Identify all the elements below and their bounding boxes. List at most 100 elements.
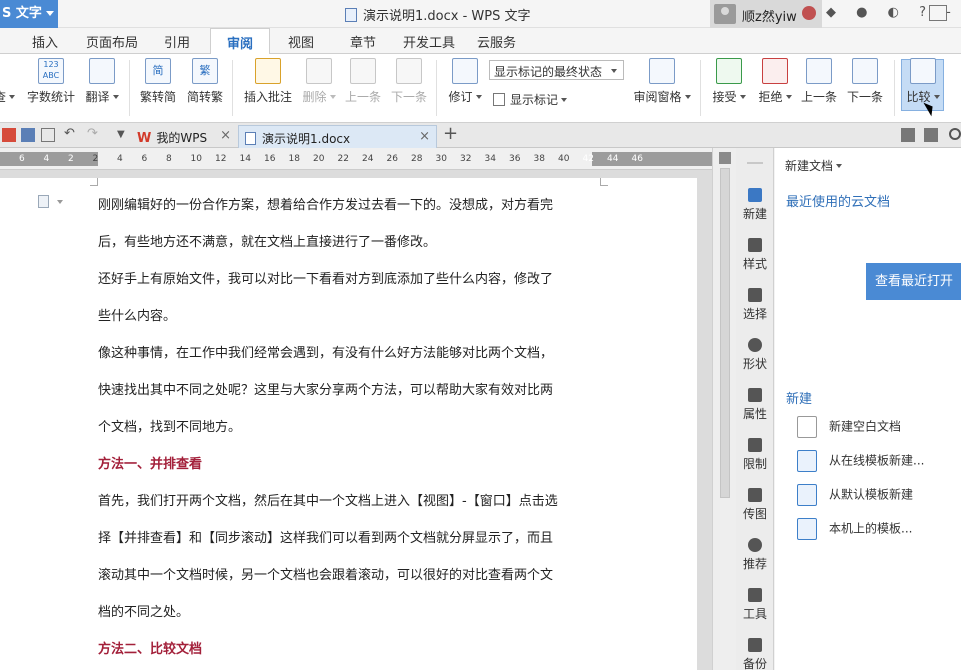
delete-comment-button[interactable]: 删除 [300, 58, 338, 105]
drag-handle[interactable] [747, 162, 763, 164]
ruler-tick-label: 36 [509, 154, 521, 164]
simp-to-trad-button[interactable]: 繁 简转繁 [185, 58, 225, 105]
paragraph-line[interactable]: 后，有些地方还不满意，就在文档上直接进行了一番修改。 [98, 231, 436, 250]
sidebar-item-select[interactable]: 选择 [736, 288, 774, 322]
new-item-label: 新建空白文档 [829, 419, 902, 434]
ruler-tick-label: 28 [411, 154, 423, 164]
close-icon[interactable]: × [220, 128, 231, 143]
document-page[interactable]: 刚刚编辑好的一份合作方案，想着给合作方发过去看一下的。没想成，对方看完 后，有些… [0, 178, 697, 670]
tab-insert[interactable]: 插入 [32, 32, 58, 51]
tab-current-document[interactable]: 演示说明1.docx × [238, 125, 437, 148]
sidebar-item-shape[interactable]: 形状 [736, 338, 774, 372]
quick-access-dropdown-icon[interactable]: ▼ [117, 128, 131, 142]
paragraph-layout-icon[interactable] [38, 195, 49, 208]
new-from-online-template-link[interactable]: 从在线模板新建... [797, 450, 924, 472]
local-template-icon [797, 518, 817, 540]
next-comment-icon [396, 58, 422, 84]
tab-page-layout[interactable]: 页面布局 [86, 32, 138, 51]
insert-comment-button[interactable]: 插入批注 [242, 58, 294, 105]
ruler-tick-label: 14 [239, 154, 251, 164]
markup-state-select[interactable]: 显示标记的最终状态 [489, 60, 624, 80]
compare-button[interactable]: 比较 [903, 58, 943, 105]
prev-change-button[interactable]: 上一条 [799, 58, 839, 105]
pane-title-dropdown[interactable]: 新建文档 [785, 157, 843, 174]
recommend-icon [748, 538, 762, 552]
ribbon-divider [894, 60, 895, 116]
paragraph-line[interactable]: 档的不同之处。 [98, 601, 189, 620]
sidebar-item-properties[interactable]: 属性 [736, 388, 774, 422]
sidebar-item-tools[interactable]: 工具 [736, 588, 774, 622]
reject-button[interactable]: 拒绝 [754, 58, 796, 105]
sidebar-item-restrict[interactable]: 限制 [736, 438, 774, 472]
section-heading[interactable]: 方法二、比较文档 [98, 638, 202, 657]
comment-icon[interactable] [924, 128, 938, 142]
user-badge-icon [802, 6, 816, 20]
scroll-top-icon[interactable] [719, 152, 731, 164]
redo-icon[interactable]: ↷ [87, 127, 101, 142]
screen-record-icon[interactable] [901, 128, 915, 142]
accept-button[interactable]: 接受 [708, 58, 750, 105]
markup-state-value: 显示标记的最终状态 [494, 65, 603, 79]
review-pane-button[interactable]: 审阅窗格 [632, 58, 692, 105]
word-count-button[interactable]: 123 ABC 字数统计 [26, 58, 76, 105]
new-tab-button[interactable]: + [443, 123, 458, 144]
ruler-tick-label: 22 [337, 154, 349, 164]
translate-button[interactable]: 翻译 [84, 58, 120, 105]
new-item-label: 从默认模板新建 [829, 487, 914, 502]
tab-review[interactable]: 审阅 [210, 28, 271, 55]
pdf-icon[interactable] [2, 128, 16, 142]
view-recent-button[interactable]: 查看最近打开 [866, 263, 961, 300]
scrollbar-thumb[interactable] [720, 168, 730, 498]
paragraph-line[interactable]: 些什么内容。 [98, 305, 176, 324]
user-account[interactable]: 顺z然yiw [710, 0, 822, 28]
local-templates-link[interactable]: 本机上的模板... [797, 518, 912, 540]
tab-my-wps[interactable]: W 我的WPS × [137, 125, 237, 148]
tab-chapter[interactable]: 章节 [350, 32, 376, 51]
paragraph-line[interactable]: 滚动其中一个文档时候，另一个文档也会跟着滚动，可以很好的对比查看两个文 [98, 564, 553, 583]
ruler-tick-label: 6 [19, 154, 25, 164]
paragraph-line[interactable]: 择【并排查看】和【同步滚动】这样我们可以看到两个文档就分屏显示了，而且 [98, 527, 553, 546]
sidebar-item-backup[interactable]: 备份 [736, 638, 774, 670]
horizontal-ruler[interactable]: 6 4 2 2 4 6 8 10 12 14 16 18 20 22 24 26 28 30 32 34 36 38 40 4… [0, 148, 712, 170]
tab-references[interactable]: 引用 [164, 32, 190, 51]
check-button[interactable]: 查 [0, 88, 16, 105]
next-comment-button[interactable]: 下一条 [390, 58, 428, 105]
sidebar-item-style[interactable]: 样式 [736, 238, 774, 272]
show-markup-button[interactable]: 显示标记 [493, 91, 568, 108]
paragraph-line[interactable]: 个文档，找到不同地方。 [98, 416, 241, 435]
window-restore-button[interactable] [929, 5, 947, 21]
paragraph-line[interactable]: 首先，我们打开两个文档，然后在其中一个文档上进入【视图】-【窗口】点击选 [98, 490, 558, 509]
print-preview-icon[interactable] [41, 128, 55, 142]
sidebar-item-upload-image[interactable]: 传图 [736, 488, 774, 522]
vertical-scrollbar[interactable] [712, 148, 736, 670]
title-bar: S 文字 演示说明1.docx - WPS 文字 顺z然yiw ◆ ● ◐ ? … [0, 0, 961, 28]
ruler-tick-label: 42 [582, 154, 594, 164]
prev-comment-button[interactable]: 上一条 [344, 58, 382, 105]
next-change-button[interactable]: 下一条 [845, 58, 885, 105]
undo-icon[interactable]: ↶ [64, 127, 78, 142]
ruler-tick-label: 32 [460, 154, 472, 164]
prev-comment-icon [350, 58, 376, 84]
section-heading[interactable]: 方法一、并排查看 [98, 453, 202, 472]
paragraph-line[interactable]: 像这种事情，在工作中我们经常会遇到，有没有什么好方法能够对比两个文档， [98, 342, 553, 361]
tab-developer[interactable]: 开发工具 [403, 32, 455, 51]
new-from-default-template-link[interactable]: 从默认模板新建 [797, 484, 913, 506]
online-template-icon [797, 450, 817, 472]
chevron-down-icon[interactable] [57, 200, 63, 204]
close-icon[interactable]: × [419, 129, 430, 144]
sidebar-item-new[interactable]: 新建 [736, 188, 774, 222]
paragraph-line[interactable]: 刚刚编辑好的一份合作方案，想着给合作方发过去看一下的。没想成，对方看完 [98, 194, 553, 213]
accept-icon [716, 58, 742, 84]
revise-button[interactable]: 修订 [446, 58, 484, 105]
ruler-tick-label: 40 [558, 154, 570, 164]
tab-cloud[interactable]: 云服务 [477, 32, 516, 51]
paragraph-line[interactable]: 快速找出其中不同之处呢？这里与大家分享两个方法，可以帮助大家有效对比两 [98, 379, 553, 398]
app-menu-button[interactable]: S 文字 [0, 0, 58, 28]
sidebar-item-recommend[interactable]: 推荐 [736, 538, 774, 572]
new-blank-document-link[interactable]: 新建空白文档 [797, 416, 901, 438]
tab-view[interactable]: 视图 [288, 32, 314, 51]
paragraph-line[interactable]: 还好手上有原始文件，我可以对比一下看看对方到底添加了些什么内容，修改了 [98, 268, 553, 287]
print-icon[interactable] [21, 128, 35, 142]
search-icon[interactable] [949, 128, 961, 140]
trad-to-simp-button[interactable]: 简 繁转简 [139, 58, 177, 105]
